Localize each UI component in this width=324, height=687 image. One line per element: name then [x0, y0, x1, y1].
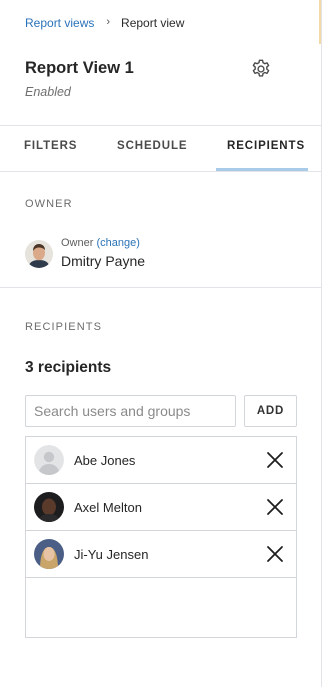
search-input[interactable]	[25, 395, 236, 427]
remove-recipient-close-icon[interactable]	[265, 497, 285, 517]
recipients-section-label: RECIPIENTS	[25, 321, 103, 333]
tab-filters[interactable]: FILTERS	[24, 140, 77, 152]
breadcrumb-current: Report view	[121, 16, 185, 30]
breadcrumb-separator-icon: ›	[106, 16, 111, 28]
status-text: Enabled	[25, 85, 71, 99]
default-avatar-icon	[34, 445, 64, 475]
recipients-count: 3 recipients	[25, 359, 112, 376]
recipient-avatar	[34, 492, 64, 522]
page-title: Report View 1	[25, 59, 134, 77]
edge-accent	[319, 0, 321, 44]
change-owner-link[interactable]: (change)	[96, 237, 139, 249]
gear-icon[interactable]	[250, 58, 272, 80]
recipient-name: Abe Jones	[74, 453, 136, 468]
list-item: Abe Jones	[26, 437, 296, 484]
tab-schedule[interactable]: SCHEDULE	[117, 140, 187, 152]
add-button[interactable]: ADD	[244, 395, 297, 427]
owner-name: Dmitry Payne	[61, 253, 146, 269]
header-divider	[0, 125, 322, 126]
list-item: Ji-Yu Jensen	[26, 531, 296, 578]
recipient-avatar	[34, 539, 64, 569]
breadcrumb: Report views › Report view	[25, 15, 184, 31]
recipient-list: Abe Jones Axel Melton Ji-Yu Jensen	[25, 436, 297, 638]
remove-recipient-close-icon[interactable]	[265, 450, 285, 470]
recipient-name: Axel Melton	[74, 500, 142, 515]
recipient-name: Ji-Yu Jensen	[74, 547, 149, 562]
tab-recipients[interactable]: RECIPIENTS	[227, 140, 305, 152]
owner-divider	[0, 287, 322, 288]
breadcrumb-report-views-link[interactable]: Report views	[25, 15, 94, 31]
owner-caption: Owner (change)	[61, 237, 140, 249]
remove-recipient-close-icon[interactable]	[265, 544, 285, 564]
list-item: Axel Melton	[26, 484, 296, 531]
owner-caption-label: Owner	[61, 237, 94, 249]
report-view-panel: Report views › Report view Report View 1…	[0, 0, 322, 687]
tabs-divider	[0, 171, 322, 172]
owner-avatar	[25, 240, 53, 268]
owner-section-label: OWNER	[25, 198, 73, 210]
